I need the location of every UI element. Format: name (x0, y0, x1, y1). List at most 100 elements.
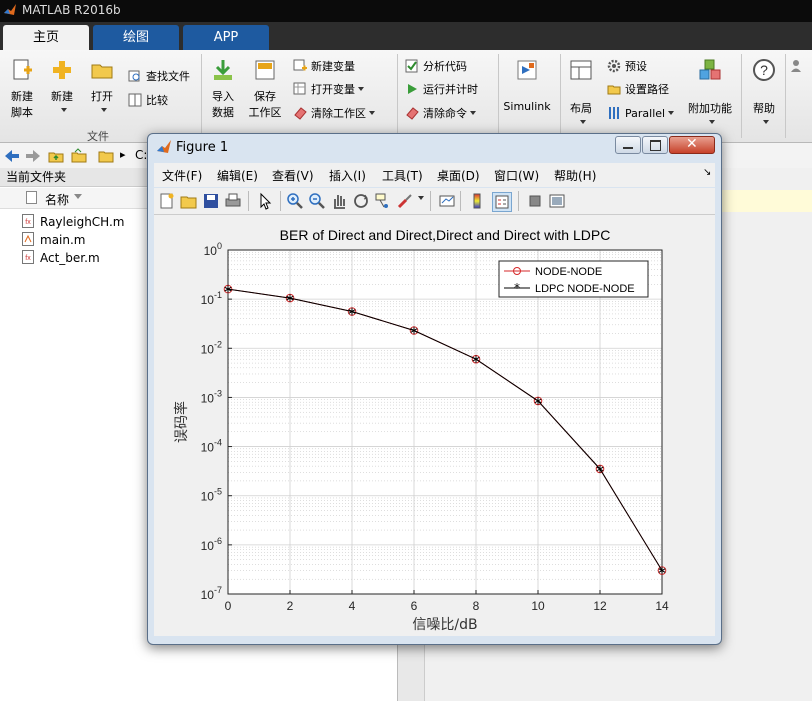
new-script-icon (13, 59, 32, 80)
x-tick-label: 4 (349, 599, 356, 613)
x-tick-label: 0 (225, 599, 232, 613)
tab-plots[interactable]: 绘图 (93, 25, 179, 50)
forward-arrow-icon[interactable] (25, 149, 41, 163)
menu-desktop[interactable]: 桌面(D) (437, 167, 480, 184)
addons-cubes-icon (699, 59, 721, 80)
new-label: 新建 (51, 90, 73, 103)
menu-window[interactable]: 窗口(W) (494, 167, 539, 184)
show-plot-tools-icon[interactable] (548, 192, 566, 210)
menu-view[interactable]: 查看(V) (272, 167, 314, 184)
hide-plot-tools-icon[interactable] (526, 192, 544, 210)
data-cursor-icon[interactable] (374, 192, 392, 210)
figure-canvas[interactable]: 0 2 4 6 8 10 12 1410010-110-210-310-410-510-610… (154, 215, 715, 636)
chevron-down-icon (358, 87, 364, 91)
ribbon-separator (741, 54, 742, 138)
ribbon: 新建 脚本 新建 打开 查找文件 比较 文件 导入 数据 保存 工作区 新建变量… (0, 50, 812, 143)
simulink-button[interactable]: Simulink (502, 58, 552, 113)
m-file-icon (22, 232, 34, 246)
m-file-icon: fx (22, 214, 34, 228)
community-icon[interactable] (790, 58, 806, 74)
layout-button[interactable]: 布局 (565, 58, 597, 129)
browse-folder-icon[interactable] (71, 148, 87, 164)
new-script-button[interactable]: 新建 脚本 (4, 58, 40, 120)
tab-apps[interactable]: APP (183, 25, 269, 50)
menu-help[interactable]: 帮助(H) (554, 167, 596, 184)
tab-home[interactable]: 主页 (3, 25, 89, 50)
compare-button[interactable]: 比较 (128, 92, 168, 110)
clear-commands-label: 清除命令 (423, 107, 467, 120)
clear-workspace-button[interactable]: 清除工作区 (293, 105, 375, 123)
x-axis-label: 信噪比/dB (412, 617, 477, 633)
pointer-icon[interactable] (256, 192, 274, 210)
pan-hand-icon[interactable] (330, 192, 348, 210)
dock-arrow-icon[interactable]: ↘ (703, 167, 711, 178)
set-path-label: 设置路径 (625, 83, 669, 96)
open-file-icon[interactable] (180, 192, 198, 210)
chevron-down-icon[interactable] (418, 196, 424, 200)
parallel-button[interactable]: Parallel (607, 105, 675, 123)
save-ws-label-1: 保存 (254, 90, 276, 103)
new-variable-button[interactable]: 新建变量 (293, 58, 355, 76)
new-variable-icon (293, 59, 307, 71)
legend-label: NODE-NODE (535, 266, 602, 278)
chart-title: BER of Direct and Direct,Direct and Dire… (280, 227, 611, 243)
toolbar-separator (248, 191, 249, 211)
preferences-button[interactable]: 预设 (607, 58, 647, 76)
chart-legend[interactable]: NODE-NODE * LDPC NODE-NODE (498, 260, 649, 298)
simulink-label: Simulink (503, 100, 551, 113)
print-icon[interactable] (224, 192, 242, 210)
file-item[interactable]: main.m (22, 231, 86, 249)
colorbar-icon[interactable] (468, 192, 486, 210)
help-button[interactable]: ? 帮助 (747, 58, 781, 129)
path-segment[interactable]: C: (135, 148, 147, 162)
compare-label: 比较 (146, 94, 168, 107)
new-figure-icon[interactable] (158, 192, 176, 210)
analyze-code-label: 分析代码 (423, 60, 467, 73)
menu-tools[interactable]: 工具(T) (382, 167, 423, 184)
open-variable-button[interactable]: 打开变量 (293, 81, 364, 99)
save-icon[interactable] (202, 192, 220, 210)
legend-icon[interactable] (492, 192, 512, 212)
figure-window[interactable]: Figure 1 ✕ 文件(F) 编辑(E) 查看(V) 插入(I) 工具(T)… (147, 133, 722, 645)
chevron-down-icon (470, 111, 476, 115)
group-file-label: 文件 (87, 130, 109, 143)
rotate-3d-icon[interactable] (352, 192, 370, 210)
save-workspace-icon (255, 60, 275, 80)
find-files-icon (128, 70, 140, 82)
file-item[interactable]: fx Act_ber.m (22, 249, 100, 267)
zoom-in-icon[interactable] (286, 192, 304, 210)
toolbar-separator (280, 191, 281, 211)
analyze-code-button[interactable]: 分析代码 (405, 58, 467, 76)
file-item[interactable]: fx RayleighCH.m (22, 213, 125, 231)
new-button[interactable]: 新建 (46, 58, 78, 117)
save-workspace-button[interactable]: 保存 工作区 (246, 58, 284, 120)
back-arrow-icon[interactable] (4, 149, 20, 163)
ribbon-separator (201, 54, 202, 138)
import-label-2: 数据 (212, 106, 234, 119)
set-path-button[interactable]: 设置路径 (607, 81, 669, 99)
close-button[interactable]: ✕ (669, 136, 715, 154)
up-folder-icon[interactable] (48, 148, 64, 164)
clear-commands-button[interactable]: 清除命令 (405, 105, 476, 123)
open-button[interactable]: 打开 (86, 58, 118, 117)
figure-toolbar (154, 188, 715, 215)
run-and-time-button[interactable]: 运行并计时 (405, 81, 478, 99)
eraser-icon (294, 107, 307, 120)
import-data-button[interactable]: 导入 数据 (206, 58, 240, 120)
link-plot-icon[interactable] (438, 192, 456, 210)
maximize-button[interactable] (642, 136, 668, 154)
menu-insert[interactable]: 插入(I) (329, 167, 366, 184)
find-files-button[interactable]: 查找文件 (128, 68, 190, 86)
menu-file[interactable]: 文件(F) (162, 167, 202, 184)
zoom-out-icon[interactable] (308, 192, 326, 210)
document-icon (26, 191, 37, 204)
brush-icon[interactable] (396, 192, 414, 210)
close-icon: ✕ (686, 136, 698, 152)
layout-icon (570, 60, 592, 80)
ribbon-separator (498, 54, 499, 138)
menu-edit[interactable]: 编辑(E) (217, 167, 258, 184)
addons-button[interactable]: 附加功能 (684, 58, 736, 129)
chevron-down-icon (369, 111, 375, 115)
m-file-icon: fx (22, 250, 34, 264)
minimize-button[interactable] (615, 136, 641, 154)
